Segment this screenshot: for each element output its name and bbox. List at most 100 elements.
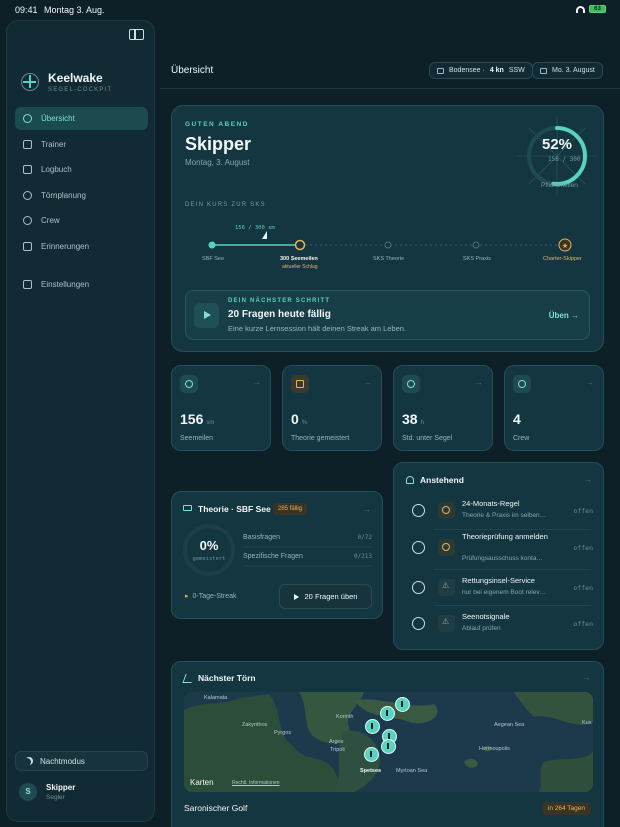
compass-logo-icon [21, 73, 39, 91]
theory-row-label: Basisfragen [243, 534, 280, 541]
flame-icon: ▸ [185, 593, 189, 600]
sidebar-item-toernplanung[interactable]: Törnplanung [15, 184, 148, 207]
sidebar-item-crew[interactable]: Crew [15, 209, 148, 232]
practice-link[interactable]: Üben → [549, 311, 579, 320]
graduation-cap-icon [23, 139, 32, 149]
greeting-kicker: GUTEN ABEND [185, 121, 249, 128]
user-name: Skipper [46, 783, 76, 792]
maps-brand-label: Karten [190, 778, 214, 787]
next-step-card[interactable]: DEIN NÄCHSTER SCHRITT 20 Fragen heute fä… [185, 290, 590, 340]
reminder-subtitle: nur bei eigenem Boot relev… [462, 589, 547, 596]
status-time: 09:41 [15, 5, 38, 15]
sidebar-item-einstellungen[interactable]: Einstellungen [15, 273, 148, 296]
reminder-title: 24-Monats-Regel [462, 499, 520, 508]
people-icon [513, 375, 531, 393]
stop-sks-theorie [384, 241, 392, 249]
course-track: 156 / 300 sm ★ SBF See 300 Seemeilen akt… [172, 211, 603, 271]
practice-questions-button[interactable]: 20 Fragen üben [279, 584, 372, 609]
sidebar-item-logbuch[interactable]: Logbuch [15, 158, 148, 181]
progress-fraction: 156 / 300 [548, 156, 581, 163]
theory-row-spezifisch: Spezifische Fragen 0/213 [243, 553, 372, 567]
maps-brand: Karten [190, 778, 214, 787]
greeting-date: Montag, 3. August [185, 158, 250, 167]
stat-label: Theorie gemeistert [291, 435, 350, 442]
next-step-kicker: DEIN NÄCHSTER SCHRITT [228, 298, 331, 304]
star-icon: ★ [562, 242, 568, 250]
brand: Keelwake SEGEL-COCKPIT [21, 71, 112, 93]
map-label: Aegean Sea [494, 722, 525, 728]
calendar-icon [540, 67, 547, 74]
graduation-cap-icon [183, 505, 192, 511]
stat-value: 156 [180, 411, 204, 427]
route-icon [182, 674, 195, 683]
warning-icon [438, 615, 455, 632]
reminder-status: offen [573, 507, 593, 515]
reminder-checkbox[interactable] [412, 504, 425, 517]
boat-icon [437, 67, 444, 74]
reminder-status: offen [573, 544, 593, 552]
stop-label: SBF See [202, 256, 225, 262]
stat-value: 0 [291, 411, 299, 427]
theory-title: Theorie · SBF See [198, 504, 271, 514]
night-mode-toggle[interactable]: Nachtmodus [15, 751, 148, 771]
reminder-subtitle: Prüfungsausschuss konta… [462, 555, 543, 562]
stop-label: SKS Theorie [373, 256, 405, 262]
map-label: Korinth [336, 714, 354, 720]
sidebar-item-label: Logbuch [41, 165, 72, 175]
wind-chip[interactable]: Bodensee · 4 kn SSW [429, 62, 533, 79]
reminder-checkbox[interactable] [412, 581, 425, 594]
sidebar-toggle-icon[interactable] [129, 29, 144, 40]
map-label: Hermoupolis [479, 746, 510, 752]
map-label: Tripoli [330, 747, 345, 753]
theory-row-count: 0/72 [357, 534, 372, 541]
map-label: Argos [329, 739, 344, 745]
stat-card-seemeilen[interactable]: → 156 sm Seemeilen [171, 365, 271, 451]
streak-label: 0-Tage-Streak [192, 593, 237, 600]
reminder-title: Theorieprüfung anmelden [462, 532, 548, 541]
compass-icon [180, 375, 198, 393]
progress-percent: 52% [542, 136, 573, 153]
upcoming-title: Anstehend [420, 475, 464, 485]
sidebar-item-uebersicht[interactable]: Übersicht [15, 107, 148, 130]
user-profile[interactable]: S Skipper Segler [19, 783, 75, 801]
page-title: Übersicht [171, 65, 214, 76]
sidebar-item-erinnerungen[interactable]: Erinnerungen [15, 235, 148, 258]
date-chip-label: Mo. 3. August [552, 67, 595, 74]
battery-icon: 63 [589, 5, 606, 13]
due-badge: 285 fällig [273, 503, 308, 515]
stat-label: Seemeilen [180, 435, 214, 442]
arrow-right-icon: → [364, 378, 372, 387]
stat-card-crew[interactable]: → 4 Crew [504, 365, 604, 451]
brand-name: Keelwake [48, 71, 103, 85]
map-pin[interactable] [365, 719, 380, 734]
trip-countdown-badge: in 264 Tagen [541, 802, 591, 815]
reminder-item: Seenotsignale Ablauf prüfen offen [394, 606, 605, 642]
course-kicker: DEIN KURS ZUR SKS [185, 202, 266, 208]
map-pin[interactable] [395, 697, 410, 712]
sidebar-item-trainer[interactable]: Trainer [15, 133, 148, 156]
play-icon [194, 303, 219, 328]
trip-map[interactable]: Kalamata Korinth Argos Tripoli Hermoupol… [184, 692, 593, 792]
arrow-right-icon[interactable]: → [583, 673, 591, 682]
date-chip[interactable]: Mo. 3. August [532, 62, 603, 79]
map-pin[interactable] [381, 739, 396, 754]
sidebar-item-label: Erinnerungen [41, 241, 90, 251]
map-pin[interactable] [380, 706, 395, 721]
map-pin[interactable] [364, 747, 379, 762]
reminder-checkbox[interactable] [412, 541, 425, 554]
reminder-checkbox[interactable] [412, 617, 425, 630]
hero-card: GUTEN ABEND Skipper Montag, 3. August 52… [171, 105, 604, 352]
arrow-right-icon[interactable]: → [363, 505, 371, 514]
maps-legal-link[interactable]: Rechtl. Informationen [232, 780, 280, 786]
reminder-status: offen [573, 584, 593, 592]
arrow-right-icon[interactable]: → [584, 475, 592, 484]
book-icon [23, 165, 32, 175]
map-label: Myrtoan Sea [396, 768, 428, 774]
sidebar-nav: Übersicht Trainer Logbuch Törnplanung Cr… [15, 107, 148, 298]
stat-label: Std. unter Segel [402, 435, 453, 442]
stat-card-theorie[interactable]: → 0% Theorie gemeistert [282, 365, 382, 451]
map-label: Kalamata [204, 695, 228, 701]
practice-button-label: 20 Fragen üben [304, 592, 358, 601]
play-icon [293, 593, 299, 600]
stat-card-segelstunden[interactable]: → 38 h Std. unter Segel [393, 365, 493, 451]
